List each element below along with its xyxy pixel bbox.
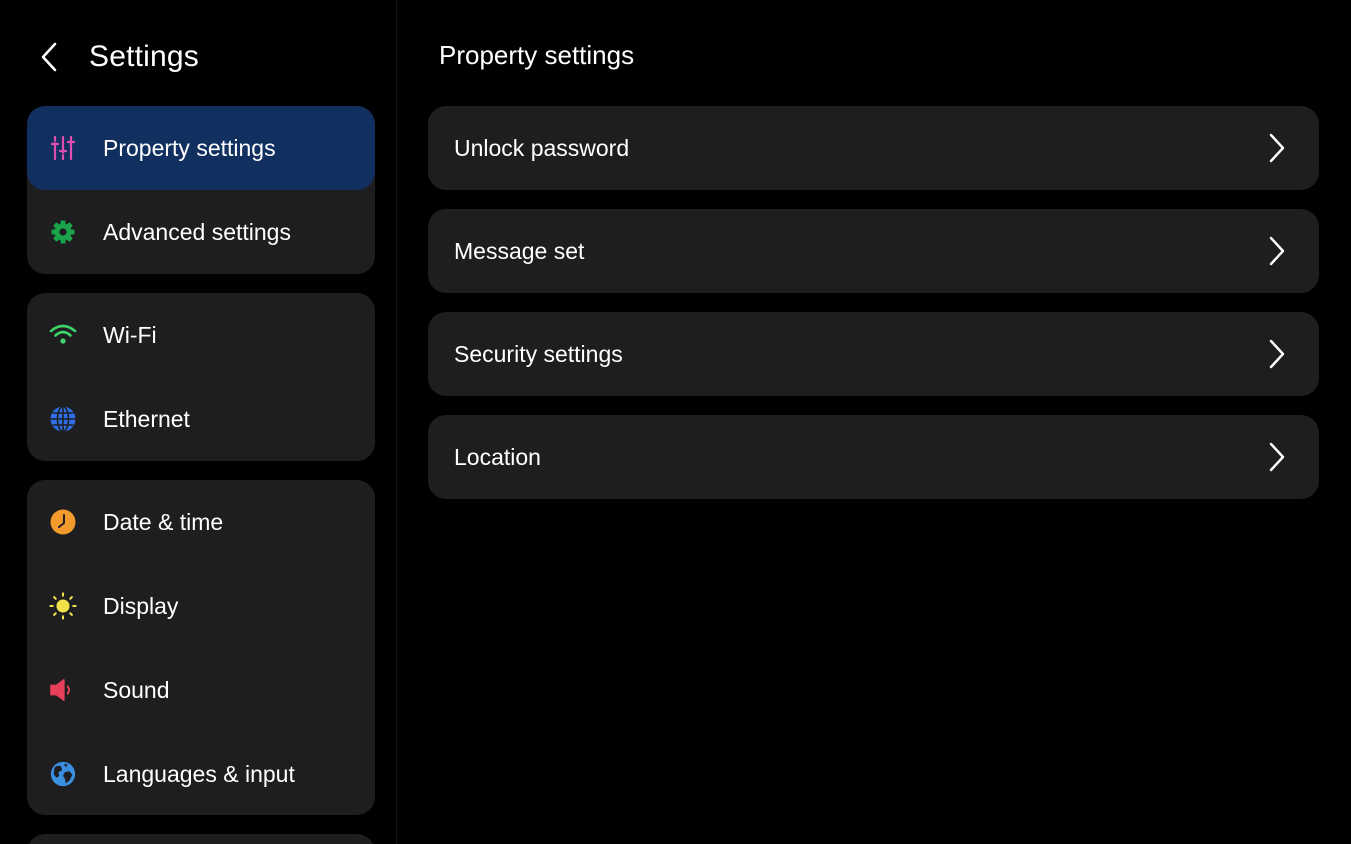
sidebar-item-date-time[interactable]: Date & time: [27, 480, 375, 564]
row-unlock-password[interactable]: Unlock password: [428, 106, 1319, 190]
speaker-icon: [49, 676, 77, 704]
row-label: Location: [454, 443, 541, 470]
chevron-right-icon: [1269, 339, 1285, 369]
page-title: Settings: [89, 40, 199, 73]
back-button[interactable]: [40, 34, 70, 80]
sidebar-item-label: Date & time: [103, 508, 224, 535]
clock-icon: [49, 508, 77, 536]
earth-icon: [49, 760, 77, 788]
row-label: Message set: [454, 237, 585, 264]
sidebar-item-advanced-settings[interactable]: Advanced settings: [27, 190, 375, 274]
sidebar-item-label: Wi-Fi: [103, 321, 157, 348]
sidebar-group-more: [27, 834, 375, 844]
sidebar-item-sound[interactable]: Sound: [27, 648, 375, 732]
chevron-right-icon: [1269, 442, 1285, 472]
sidebar-group-network: Wi-Fi Ethernet: [27, 293, 375, 461]
sidebar-item-wifi[interactable]: Wi-Fi: [27, 293, 375, 377]
sidebar-item-ethernet[interactable]: Ethernet: [27, 377, 375, 461]
sidebar-group-system: Date & time Display Sound Languages & in…: [27, 480, 375, 815]
chevron-right-icon: [1269, 133, 1285, 163]
sidebar-item-label: Ethernet: [103, 405, 190, 432]
row-message-set[interactable]: Message set: [428, 209, 1319, 293]
sidebar-item-label: Property settings: [103, 134, 276, 161]
sidebar-item-label: Languages & input: [103, 760, 295, 787]
sun-icon: [49, 592, 77, 620]
row-label: Unlock password: [454, 134, 630, 161]
sidebar-item-label: Display: [103, 592, 179, 619]
row-label: Security settings: [454, 340, 623, 367]
sidebar-item-languages-input[interactable]: Languages & input: [27, 732, 375, 815]
section-title: Property settings: [439, 40, 635, 70]
row-security-settings[interactable]: Security settings: [428, 312, 1319, 396]
sidebar-item-display[interactable]: Display: [27, 564, 375, 648]
sidebar-item-property-settings[interactable]: Property settings: [27, 106, 375, 190]
sliders-icon: [49, 134, 77, 162]
sidebar-item-label: Sound: [103, 676, 170, 703]
wifi-icon: [49, 321, 77, 349]
sidebar-group-property: Property settings Advanced settings: [27, 106, 375, 274]
chevron-left-icon: [41, 42, 57, 72]
gear-icon: [49, 218, 77, 246]
chevron-right-icon: [1269, 236, 1285, 266]
sidebar-item-label: Advanced settings: [103, 218, 291, 245]
settings-sidebar: Settings Property settings Advanced sett…: [0, 0, 397, 844]
settings-screen: Settings Property settings Advanced sett…: [0, 0, 1351, 844]
globe-icon: [49, 405, 77, 433]
row-location[interactable]: Location: [428, 415, 1319, 499]
sidebar-header: Settings: [40, 34, 199, 80]
